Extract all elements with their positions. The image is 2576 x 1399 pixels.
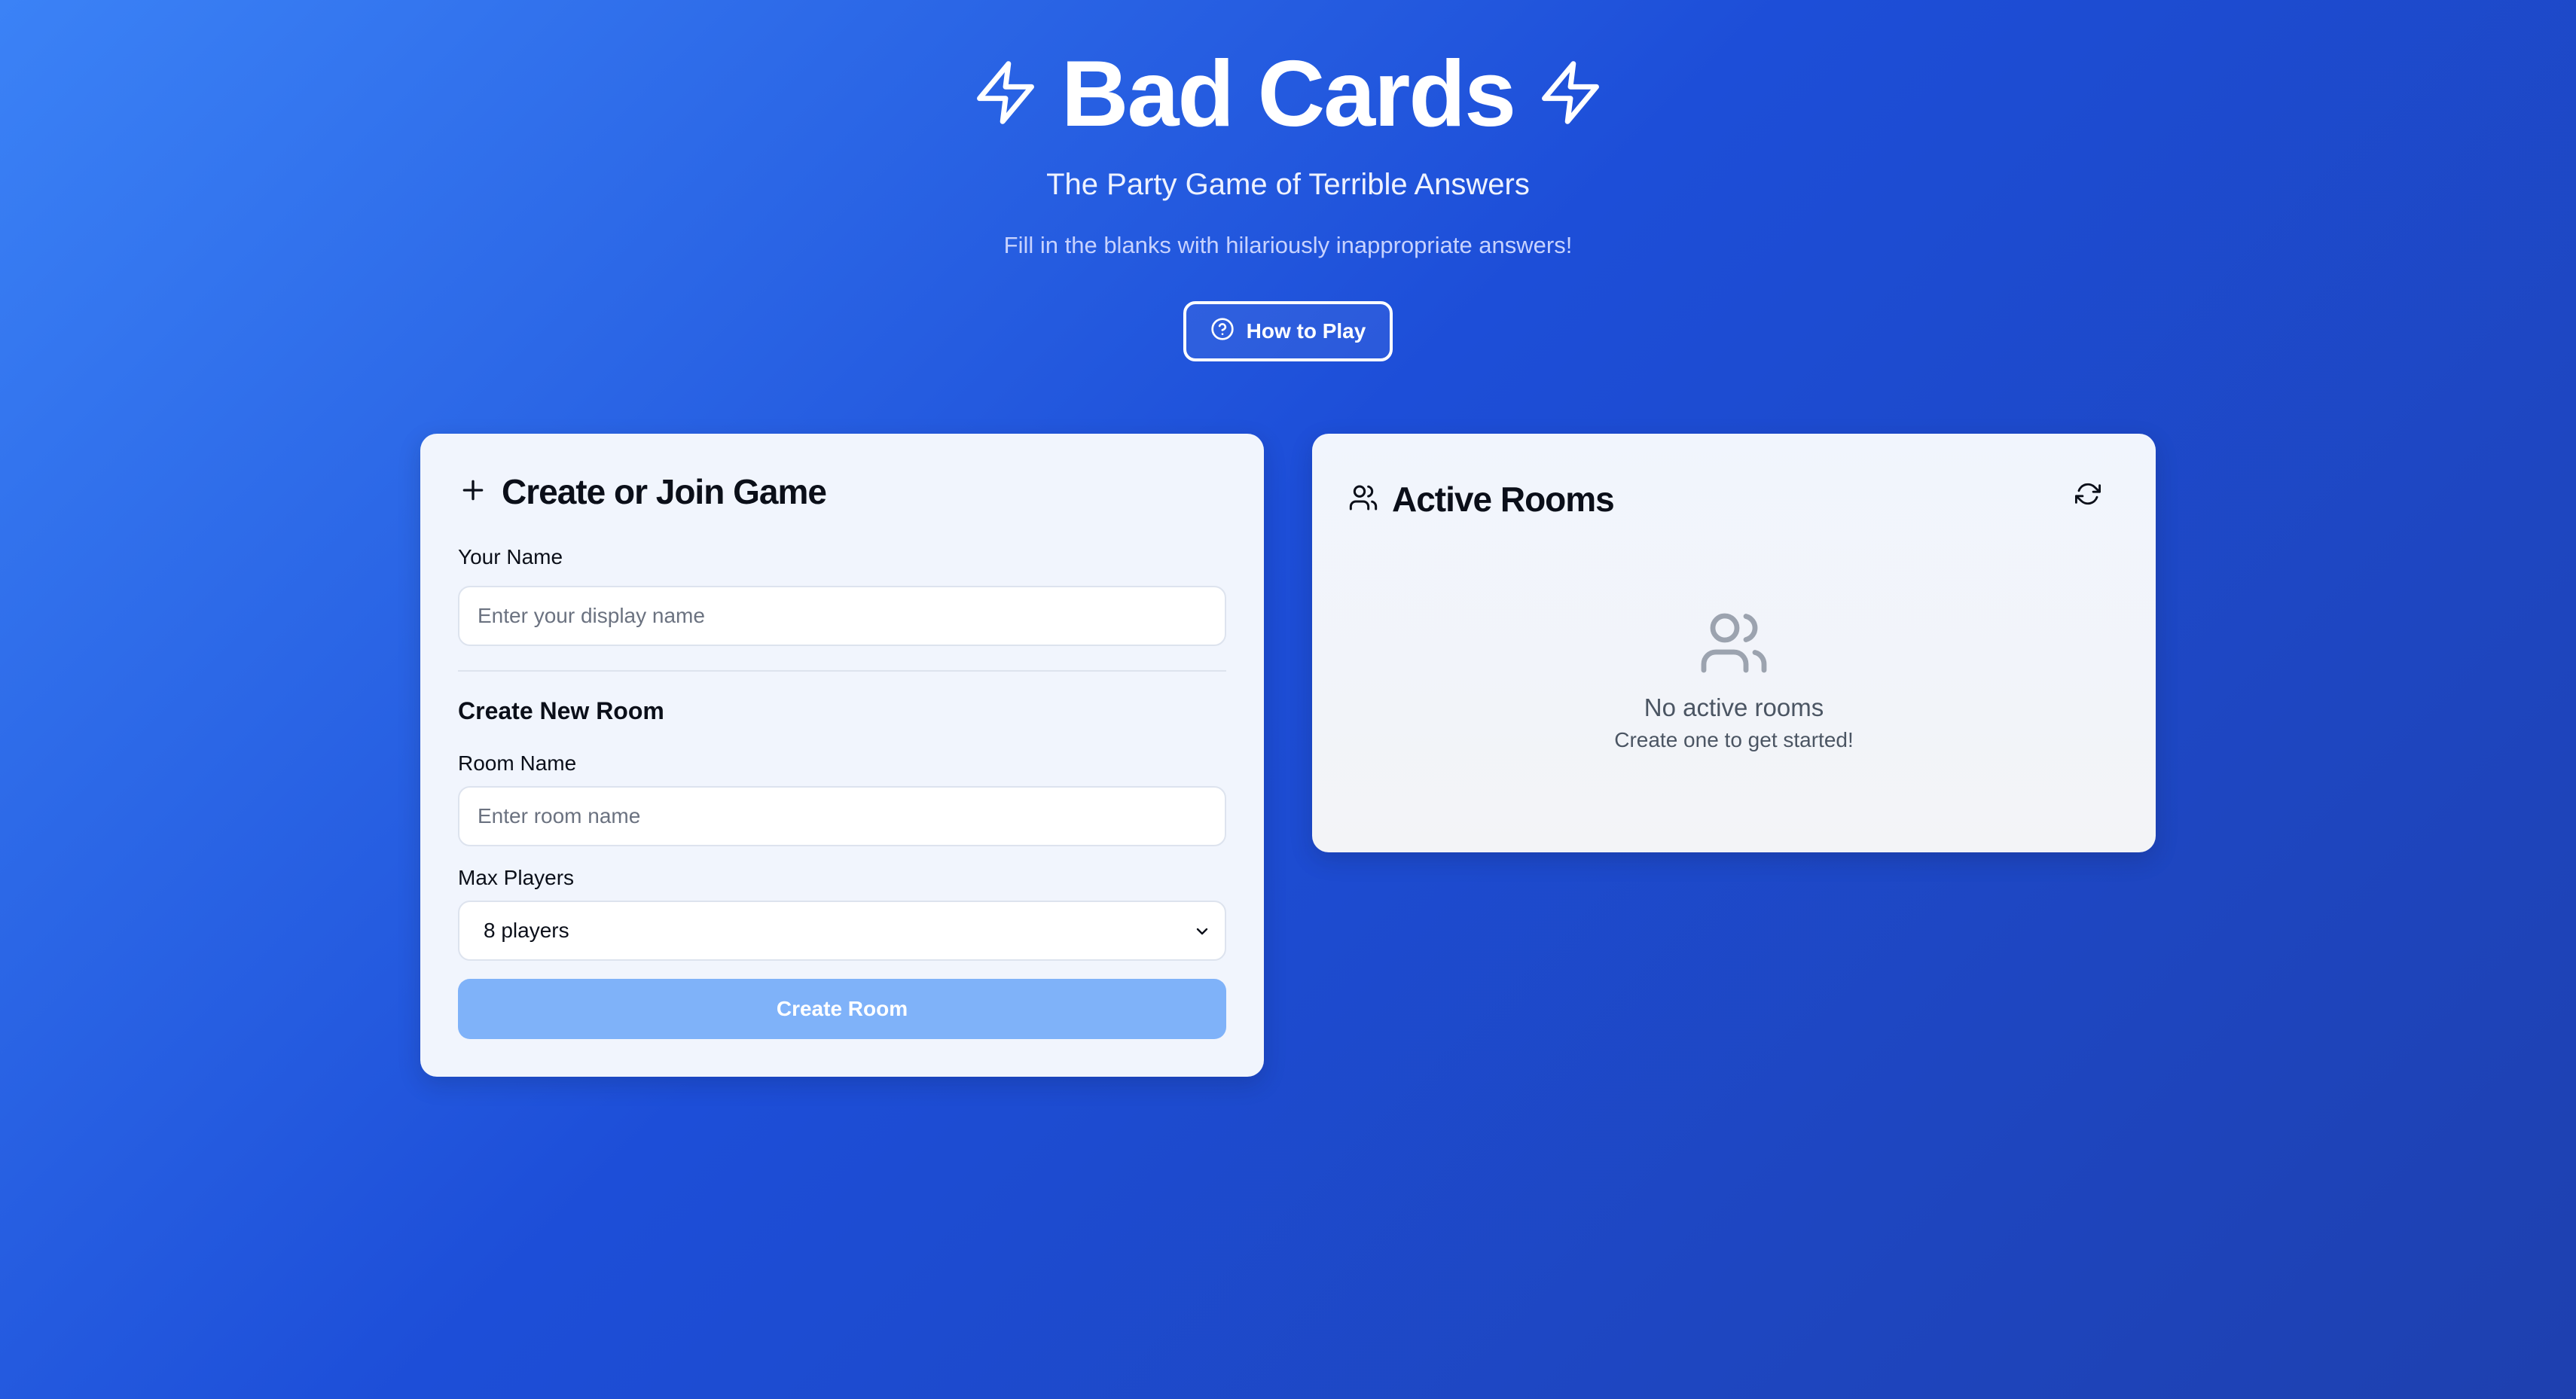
- chevron-down-icon: [1193, 922, 1211, 940]
- refresh-button[interactable]: [2073, 480, 2103, 511]
- zap-icon: [1536, 58, 1605, 131]
- active-rooms-header: Active Rooms: [1348, 479, 1615, 520]
- create-join-title: Create or Join Game: [502, 472, 827, 511]
- plus-icon: [458, 475, 488, 509]
- empty-state: No active rooms Create one to get starte…: [1312, 607, 2156, 752]
- max-players-select[interactable]: 8 players: [458, 901, 1226, 961]
- empty-state-title: No active rooms: [1644, 693, 1824, 721]
- page-subtitle: The Party Game of Terrible Answers: [1046, 168, 1530, 201]
- your-name-label: Your Name: [458, 545, 563, 568]
- active-rooms-title: Active Rooms: [1392, 480, 1615, 519]
- create-new-room-heading: Create New Room: [458, 697, 664, 724]
- hero: Bad Cards The Party Game of Terrible Ans…: [0, 0, 2576, 361]
- users-icon: [1698, 607, 1770, 683]
- create-join-card: Create or Join Game Your Name Create New…: [420, 434, 1264, 1077]
- how-to-play-label: How to Play: [1246, 319, 1366, 343]
- max-players-value: 8 players: [484, 919, 569, 942]
- display-name-input[interactable]: [458, 586, 1226, 646]
- empty-state-subtitle: Create one to get started!: [1614, 728, 1854, 751]
- refresh-icon: [2075, 481, 2101, 511]
- users-icon: [1348, 483, 1378, 517]
- how-to-play-button[interactable]: How to Play: [1183, 301, 1393, 361]
- active-rooms-card: Active Rooms No active rooms Create one …: [1312, 434, 2156, 852]
- max-players-label: Max Players: [458, 866, 575, 889]
- create-room-button[interactable]: Create Room: [458, 979, 1226, 1039]
- zap-icon: [971, 58, 1040, 131]
- question-circle-icon: [1210, 317, 1235, 346]
- create-join-header: Create or Join Game: [458, 471, 827, 512]
- page-tagline: Fill in the blanks with hilariously inap…: [1003, 232, 1573, 258]
- page-title: Bad Cards: [1061, 42, 1516, 146]
- divider: [458, 670, 1226, 672]
- title-row: Bad Cards: [971, 45, 1605, 143]
- room-name-label: Room Name: [458, 751, 577, 775]
- room-name-input[interactable]: [458, 786, 1226, 846]
